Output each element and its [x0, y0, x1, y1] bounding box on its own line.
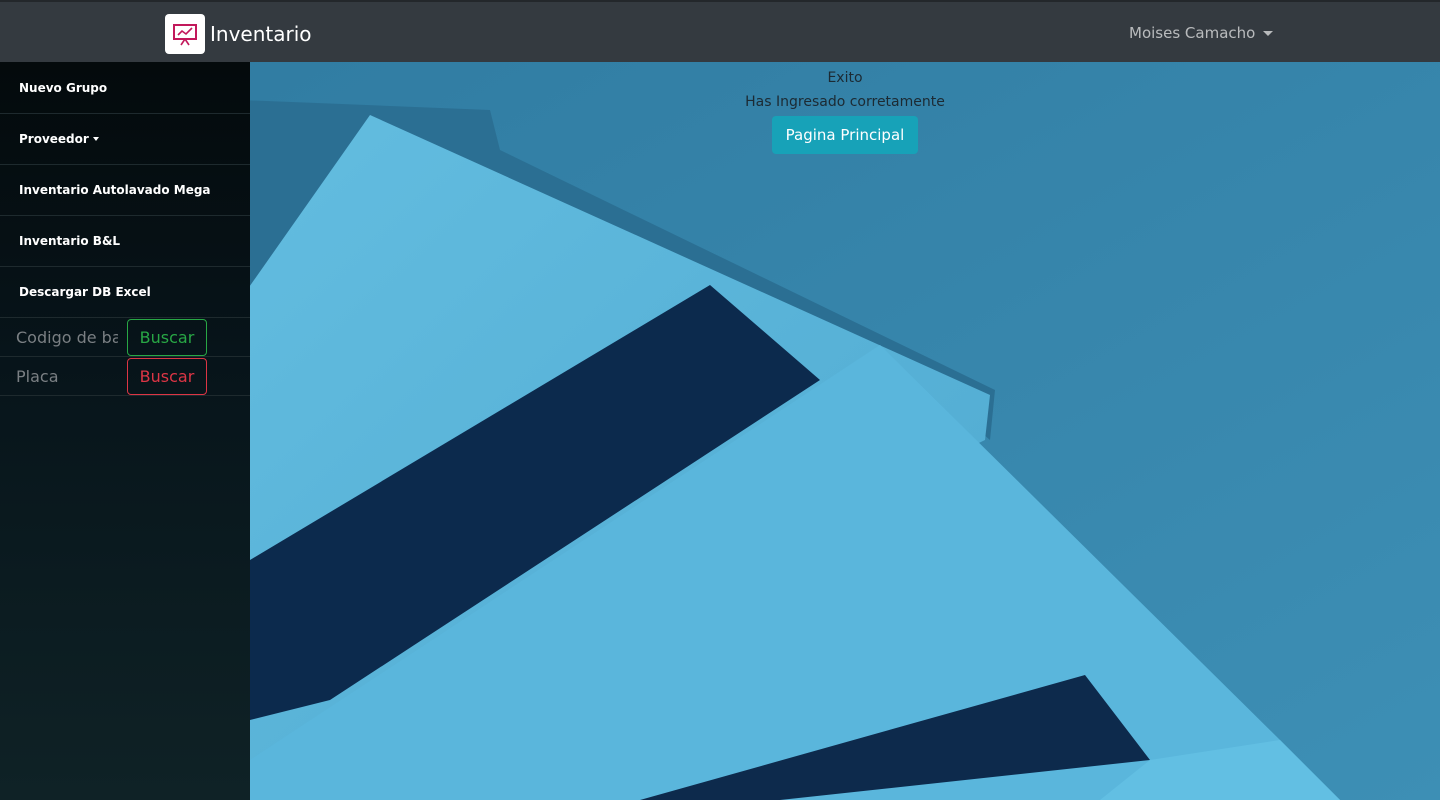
- barcode-search-button[interactable]: Buscar: [127, 319, 207, 356]
- brand-title: Inventario: [210, 22, 312, 46]
- sidebar-item-label: Inventario B&L: [19, 234, 121, 248]
- chevron-down-icon: [1263, 30, 1274, 36]
- plate-search-form: Buscar: [0, 357, 250, 396]
- caret-down-icon: [92, 137, 99, 141]
- plate-search-input[interactable]: [4, 357, 120, 395]
- home-page-button[interactable]: Pagina Principal: [771, 116, 919, 154]
- sidebar-item-inventario-bl[interactable]: Inventario B&L: [0, 216, 250, 267]
- sidebar-item-label: Nuevo Grupo: [19, 80, 108, 95]
- brand-link[interactable]: Inventario: [165, 14, 312, 54]
- presentation-chart-icon: [165, 14, 205, 54]
- sidebar-item-nuevo-grupo[interactable]: Nuevo Grupo: [0, 62, 250, 114]
- sidebar-item-proveedor[interactable]: Proveedor: [0, 114, 250, 165]
- top-navbar: Inventario Moises Camacho: [0, 0, 1440, 62]
- barcode-search-form: Buscar: [0, 318, 250, 357]
- status-text: Has Ingresado corretamente: [745, 94, 945, 110]
- status-title: Exito: [827, 70, 863, 86]
- plate-search-button[interactable]: Buscar: [127, 358, 207, 395]
- status-message-panel: Exito Has Ingresado corretamente Pagina …: [700, 66, 990, 154]
- sidebar: Nuevo Grupo Proveedor Inventario Autolav…: [0, 62, 250, 800]
- sidebar-item-descargar-excel[interactable]: Descargar DB Excel: [0, 267, 250, 318]
- sidebar-item-label: Proveedor: [19, 132, 89, 146]
- user-dropdown[interactable]: Moises Camacho: [1129, 24, 1274, 42]
- sidebar-item-label: Inventario Autolavado Mega: [19, 183, 211, 197]
- sidebar-item-inventario-autolavado[interactable]: Inventario Autolavado Mega: [0, 165, 250, 216]
- barcode-search-input[interactable]: [4, 318, 120, 356]
- user-name: Moises Camacho: [1129, 24, 1256, 42]
- sidebar-item-label: Descargar DB Excel: [19, 285, 151, 299]
